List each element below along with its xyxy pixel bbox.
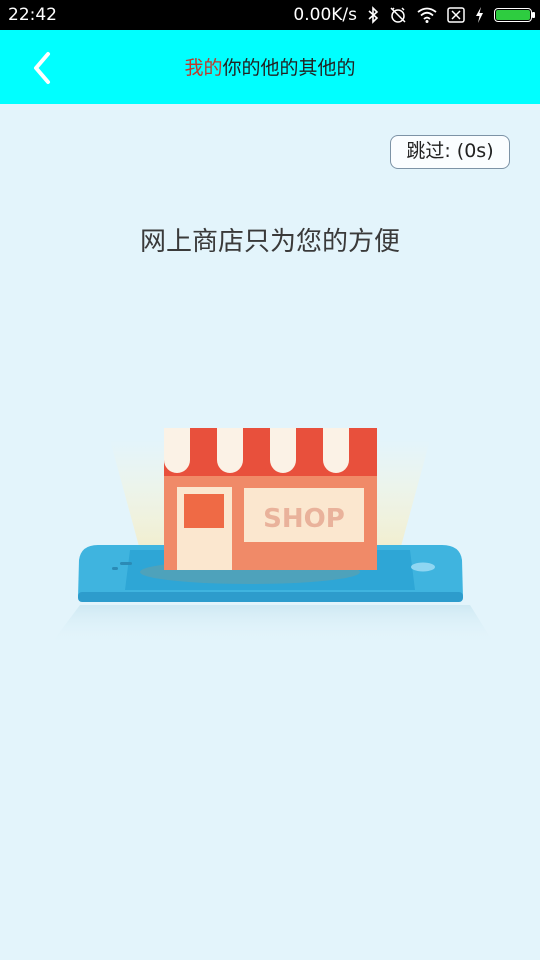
sim-off-icon [447, 7, 465, 23]
net-speed: 0.00K/s [293, 5, 357, 25]
bluetooth-icon [367, 6, 379, 24]
battery-icon [494, 8, 535, 22]
status-icons: 0.00K/s [293, 5, 535, 25]
battery-level [496, 10, 530, 20]
shop-sign: SHOP [263, 504, 345, 534]
skip-button[interactable]: 跳过: (0s) [390, 135, 510, 169]
title-rest: 你的他的其他的 [222, 57, 356, 79]
status-time: 22:42 [8, 5, 57, 25]
status-bar: 22:42 0.00K/s [0, 0, 540, 30]
page-title: 我的你的他的其他的 [0, 56, 540, 80]
slogan: 网上商店只为您的方便 [139, 227, 400, 257]
charging-icon [475, 7, 484, 23]
alarm-off-icon [389, 6, 407, 24]
wifi-icon [417, 7, 437, 23]
shop-illustration: SHOP [40, 400, 510, 660]
title-bar: 我的你的他的其他的 [0, 30, 540, 104]
title-highlight: 我的 [184, 57, 223, 79]
shop-graphic: SHOP [164, 428, 377, 570]
